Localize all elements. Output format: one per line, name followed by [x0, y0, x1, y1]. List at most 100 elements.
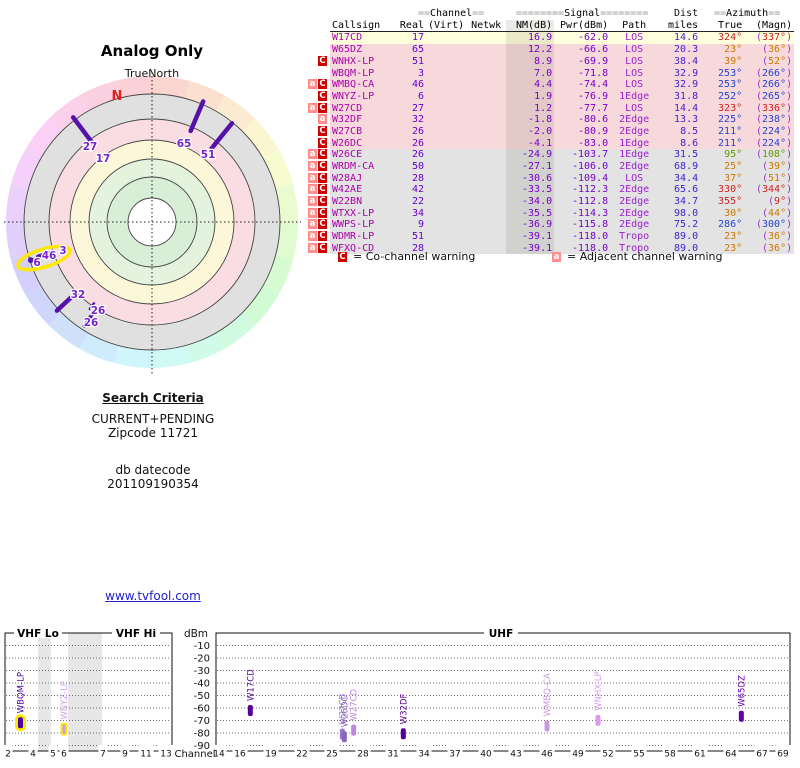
cell-channel-real: 65	[411, 44, 424, 56]
cell-path: 2Edge	[619, 114, 650, 126]
cell-network	[466, 44, 506, 56]
cell-dist-miles: 32.9	[674, 67, 699, 79]
table-row: a C W28AJ 28 -30.6 -109.4 LOS 34.4 37° (51°)	[304, 172, 795, 185]
cell-azimuth-true: 225°	[718, 114, 743, 126]
adjacent-warning-chip: a	[308, 207, 317, 218]
warning-flags: aC	[304, 196, 330, 208]
dbm-tick-label: -80	[194, 729, 210, 740]
cell-network	[466, 103, 506, 115]
cell-azimuth-magn: (300°)	[755, 219, 793, 231]
cell-nm-db: -1.8	[506, 114, 555, 126]
cell-azimuth-true: 324°	[718, 32, 743, 44]
warning-flags: C	[304, 55, 330, 68]
channel-tick-label: 22	[296, 750, 307, 760]
cell-path: LOS	[625, 79, 644, 91]
tvfool-link[interactable]: www.tvfool.com	[105, 589, 201, 603]
adjacent-warning-chip: a	[308, 231, 317, 242]
dbm-gridlines	[6, 645, 789, 746]
marker-channel-label: 6	[33, 257, 40, 269]
cell-network	[466, 79, 506, 91]
cell-network	[466, 219, 506, 231]
cell-path: LOS	[625, 55, 644, 67]
cell-dist-miles: 14.4	[674, 102, 699, 114]
cell-network	[466, 126, 506, 138]
warning-flags: aC	[304, 184, 330, 196]
table-row: a C WDMR-LP 51 -39.1 -118.0 Tropo 89.0 23° (36°)	[304, 231, 795, 243]
cell-azimuth-magn: (108°)	[755, 149, 793, 161]
cell-azimuth-magn: (51°)	[762, 172, 793, 184]
cell-azimuth-magn: (266°)	[755, 67, 793, 79]
warning-flags: C	[304, 125, 330, 138]
cell-azimuth-magn: (224°)	[755, 125, 793, 137]
cell-pwr-dbm: -74.4	[578, 79, 609, 91]
cell-network	[466, 173, 506, 185]
cell-dist-miles: 38.4	[674, 55, 699, 67]
dbm-tick-label: -10	[194, 641, 210, 652]
table-row: a C WRDM-CA 50 -27.1 -106.0 2Edge 68.9 25° (39°)	[304, 160, 795, 173]
cell-channel-real: 27	[411, 102, 424, 114]
warning-flags: aC	[304, 231, 330, 243]
cell-pwr-dbm: -71.8	[578, 67, 609, 79]
adjacent-warning-chip: a	[308, 242, 317, 253]
cell-channel-virt	[426, 184, 466, 196]
cell-channel-real: 42	[411, 184, 424, 196]
cell-azimuth-magn: (44°)	[762, 207, 793, 219]
channel-tick-label: 5	[50, 750, 56, 760]
cell-nm-db: 8.9	[506, 55, 555, 68]
column-header-netwk: Netwk	[466, 19, 507, 33]
cell-callsign: W27CB	[332, 125, 363, 137]
cell-azimuth-true: 23°	[724, 231, 743, 243]
warning-flags: aC	[304, 149, 330, 161]
warning-flags: a	[304, 114, 330, 126]
co-channel-warning-chip: C	[318, 242, 327, 253]
cell-azimuth-magn: (52°)	[762, 55, 793, 67]
co-channel-warning-chip: C	[318, 90, 327, 101]
uhf-label: UHF	[489, 628, 514, 640]
warning-flags: aC	[304, 160, 330, 173]
cell-callsign: W17CD	[332, 32, 363, 44]
co-channel-warning-chip: C	[318, 149, 327, 160]
adjacent-warning-chip: a	[308, 219, 317, 230]
cell-azimuth-magn: (265°)	[755, 90, 793, 102]
channel-tick-label: 31	[387, 750, 398, 760]
channel-tick-label: 64	[725, 750, 737, 760]
warning-flags: C	[304, 90, 330, 103]
cell-dist-miles: 65.6	[674, 184, 699, 196]
cell-path: LOS	[625, 44, 644, 56]
cell-azimuth-true: 39°	[724, 55, 743, 67]
warning-flags: aC	[304, 172, 330, 185]
cell-pwr-dbm: -106.0	[572, 161, 609, 173]
cell-path: Tropo	[619, 231, 650, 243]
cell-dist-miles: 98.0	[674, 207, 699, 219]
cell-path: LOS	[625, 67, 644, 79]
marker-channel-label: 65	[177, 138, 192, 150]
warning-flags: C	[304, 137, 330, 150]
cell-pwr-dbm: -77.7	[578, 102, 609, 114]
cell-pwr-dbm: -118.0	[572, 231, 609, 243]
adjacent-warning-chip: a	[308, 172, 317, 183]
cell-channel-real: 3	[417, 67, 424, 79]
cell-channel-virt	[426, 196, 466, 208]
channel-tick-label: 6	[61, 750, 67, 760]
cell-channel-real: 50	[411, 161, 424, 173]
cell-dist-miles: 89.0	[674, 231, 699, 243]
cell-channel-virt	[426, 208, 466, 220]
cell-dist-miles: 68.9	[674, 161, 699, 173]
cell-azimuth-true: 37°	[724, 172, 743, 184]
cell-nm-db: -2.0	[506, 125, 555, 138]
cell-path: 2Edge	[619, 184, 650, 196]
table-column-header-row: Callsign Real (Virt) Netwk NM(dB) Pwr(dBm) Pat…	[304, 19, 795, 33]
cell-pwr-dbm: -80.9	[578, 125, 609, 137]
cell-pwr-dbm: -112.3	[572, 184, 609, 196]
table-row: a C WWPS-LP 9 -36.9 -115.8 2Edge 75.2 286° (300°)	[304, 219, 795, 232]
cell-channel-virt	[426, 56, 466, 68]
cell-dist-miles: 34.7	[674, 196, 699, 208]
channel-tick-label: 13	[160, 750, 171, 760]
cell-callsign: W26DC	[332, 137, 363, 149]
cell-channel-real: 26	[411, 149, 424, 161]
marker-channel-label: 17	[96, 153, 111, 165]
dbm-tick-label: -20	[194, 654, 210, 665]
cell-path: 2Edge	[619, 161, 650, 173]
cell-channel-virt	[426, 173, 466, 185]
cell-pwr-dbm: -76.9	[578, 90, 609, 102]
